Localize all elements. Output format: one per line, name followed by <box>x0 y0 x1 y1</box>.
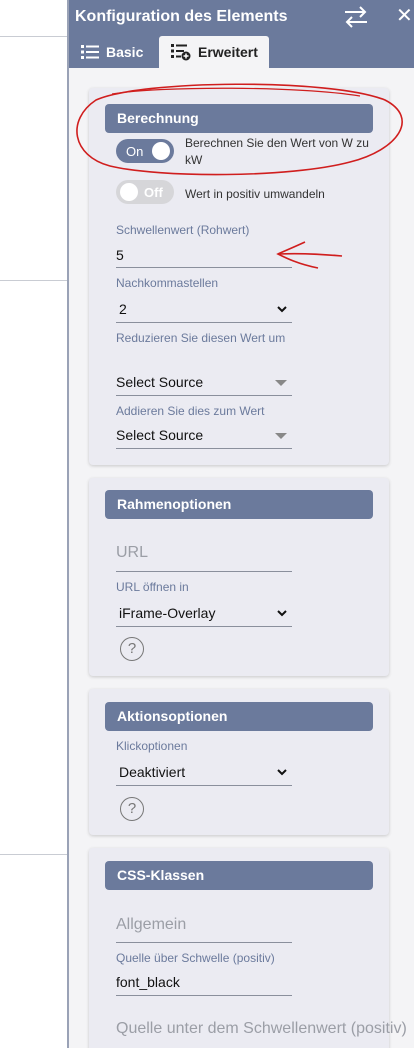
frame-options-header: Rahmenoptionen <box>105 490 373 519</box>
open-in-label: URL öffnen in <box>116 580 189 594</box>
toggle-state-label: Off <box>144 185 163 200</box>
help-icon[interactable]: ? <box>120 797 144 821</box>
action-options-card: Aktionsoptionen Klickoptionen Deaktivier… <box>89 689 389 835</box>
list-icon <box>81 45 99 59</box>
toggle-knob <box>152 142 170 160</box>
add-label: Addieren Sie dies zum Wert <box>116 404 265 418</box>
threshold-label: Schwellenwert (Rohwert) <box>116 223 250 237</box>
canvas-line <box>0 36 68 37</box>
calculation-header: Berechnung <box>105 104 373 133</box>
decimals-select[interactable]: 2 <box>119 301 291 317</box>
click-options-label: Klickoptionen <box>116 739 188 753</box>
list-add-icon <box>171 44 191 61</box>
dropdown-arrow-icon <box>275 433 287 439</box>
help-icon[interactable]: ? <box>120 637 144 661</box>
select-underline <box>116 448 292 449</box>
chevron-down-icon <box>277 610 287 617</box>
open-in-select[interactable]: iFrame-Overlay <box>119 605 291 621</box>
panel-title: Konfiguration des Elements <box>75 8 288 25</box>
general-class-input[interactable]: Allgemein <box>116 916 292 934</box>
calculation-card: Berechnung On Berechnen Sie den Wert von… <box>89 88 389 465</box>
dropdown-arrow-icon <box>275 380 287 386</box>
reduce-source-select[interactable]: Select Source <box>116 374 292 390</box>
canvas-line <box>0 280 68 281</box>
tab-erweitert-label: Erweitert <box>198 44 258 60</box>
frame-options-card: Rahmenoptionen URL URL öffnen in iFrame-… <box>89 478 389 676</box>
select-underline <box>116 395 292 396</box>
panel-header: Konfiguration des Elements ✕ <box>69 0 414 34</box>
kw-conversion-toggle[interactable]: On <box>116 139 174 163</box>
tab-basic-label: Basic <box>106 44 144 60</box>
tab-bar: Basic Erweitert <box>69 34 414 68</box>
toggle-knob <box>120 183 138 201</box>
positive-conversion-toggle[interactable]: Off <box>116 180 174 204</box>
input-underline <box>116 995 292 996</box>
close-icon[interactable]: ✕ <box>396 5 413 27</box>
chevron-down-icon <box>277 769 287 776</box>
css-classes-header: CSS-Klassen <box>105 861 373 890</box>
input-underline <box>116 942 292 943</box>
swap-arrows-icon[interactable] <box>341 4 371 30</box>
canvas-line <box>0 854 68 855</box>
below-threshold-input[interactable]: Quelle unter dem Schwellenwert (positiv) <box>116 1020 414 1038</box>
tab-erweitert[interactable]: Erweitert <box>159 36 269 68</box>
threshold-input[interactable]: 5 <box>116 247 292 263</box>
click-options-select[interactable]: Deaktiviert <box>119 764 291 780</box>
select-underline <box>116 626 292 627</box>
positive-conversion-label: Wert in positiv umwandeln <box>185 187 325 201</box>
url-input[interactable]: URL <box>116 544 292 562</box>
input-underline <box>116 571 292 572</box>
input-underline <box>116 267 292 268</box>
above-threshold-label: Quelle über Schwelle (positiv) <box>116 951 275 965</box>
action-options-header: Aktionsoptionen <box>105 702 373 731</box>
above-threshold-input[interactable]: font_black <box>116 974 292 990</box>
add-source-select[interactable]: Select Source <box>116 427 292 443</box>
element-config-panel: Konfiguration des Elements ✕ Basic Erwei… <box>67 0 414 1048</box>
tab-basic[interactable]: Basic <box>69 36 157 68</box>
toggle-state-label: On <box>126 144 144 159</box>
reduce-label: Reduzieren Sie diesen Wert um <box>116 331 286 345</box>
kw-conversion-label: Berechnen Sie den Wert von W zu kW <box>185 136 369 167</box>
select-underline <box>116 322 292 323</box>
decimals-label: Nachkommastellen <box>116 276 219 290</box>
select-underline <box>116 785 292 786</box>
css-classes-card: CSS-Klassen Allgemein Quelle über Schwel… <box>89 848 407 1048</box>
chevron-down-icon <box>277 306 287 313</box>
